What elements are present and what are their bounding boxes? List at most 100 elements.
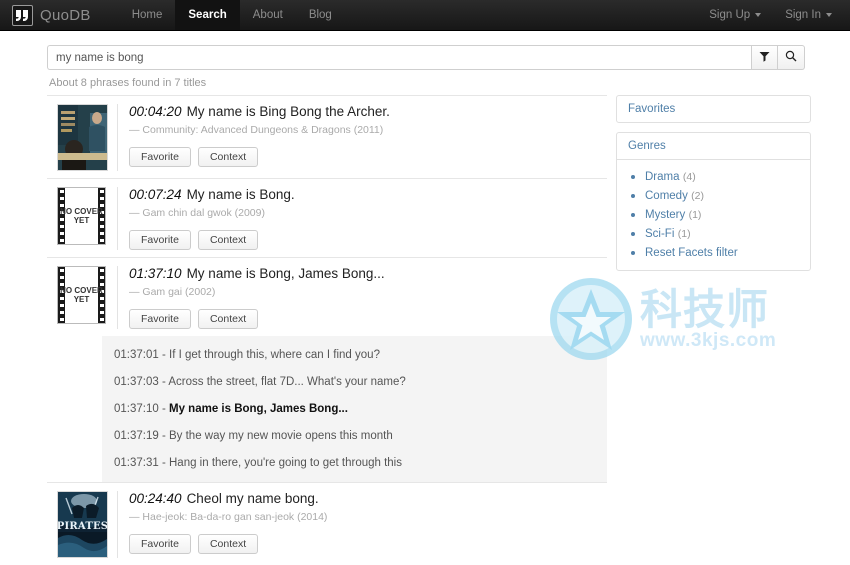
search-magnifier-icon [785, 50, 797, 65]
svg-text:PIRATES: PIRATES [58, 521, 107, 532]
no-cover-label: NO COVER YET [60, 286, 103, 304]
result-thumbnail[interactable] [57, 104, 108, 171]
brand-title: QuoDB [40, 6, 91, 24]
result-quote: My name is Bong, James Bong... [186, 266, 385, 281]
favorite-button[interactable]: Favorite [129, 309, 191, 329]
context-text: By the way my new movie opens this month [169, 430, 393, 442]
result-thumbnail[interactable]: NO COVER YET [57, 187, 107, 250]
list-item: Sci-Fi (1) [645, 226, 799, 240]
context-line: 01:37:03 - Across the street, flat 7D...… [114, 375, 607, 389]
context-time: 01:37:01 [114, 349, 159, 361]
facet-scifi[interactable]: Sci-Fi [645, 228, 674, 240]
context-panel: 01:37:01 - If I get through this, where … [102, 336, 607, 482]
context-line-highlighted: 01:37:10 - My name is Bong, James Bong..… [114, 402, 607, 416]
page-body: About 8 phrases found in 7 titles [0, 31, 850, 565]
pirates-poster-thumbnail: PIRATES [57, 491, 108, 558]
filter-button[interactable] [751, 45, 778, 70]
result-body: 00:24:40 Cheol my name bong. — Hae-jeok: … [117, 491, 607, 558]
favorites-panel-header[interactable]: Favorites [617, 96, 810, 122]
genres-panel: Genres Drama (4) Comedy (2) [616, 132, 811, 271]
content-columns: 00:04:20 My name is Bing Bong the Archer.… [47, 95, 811, 565]
chevron-down-icon [755, 13, 762, 17]
scene-photo-thumbnail [57, 104, 108, 171]
sidebar: Favorites Genres Drama (4) Comedy (2) [616, 95, 811, 280]
facet-comedy[interactable]: Comedy [645, 190, 688, 202]
context-line: 01:37:31 - Hang in there, you're going t… [114, 456, 607, 470]
search-input[interactable] [47, 45, 751, 70]
result-timecode: 00:07:24 [129, 187, 182, 202]
result-source: — Gam chin dal gwok (2009) [129, 207, 265, 219]
context-button[interactable]: Context [197, 147, 259, 167]
context-time: 01:37:10 [114, 403, 159, 415]
context-panel-wrap: 01:37:01 - If I get through this, where … [47, 336, 607, 483]
result-body: 00:07:24 My name is Bong. — Gam chin dal … [117, 187, 607, 250]
reset-facets-filter-link[interactable]: Reset Facets filter [645, 247, 738, 259]
result-row[interactable]: NO COVER YET 00:07:24 My name is Bong. — … [47, 179, 607, 258]
facet-drama[interactable]: Drama [645, 171, 680, 183]
result-actions: Favorite Context [129, 309, 607, 329]
favorite-button[interactable]: Favorite [129, 147, 191, 167]
result-row[interactable]: PIRATES 00:24:40 Cheol my name bong. — Ha… [47, 483, 607, 565]
context-button[interactable]: Context [197, 230, 259, 250]
context-time: 01:37:31 [114, 457, 159, 469]
result-source: — Community: Advanced Dungeons & Dragons… [129, 124, 384, 136]
context-dash: - [161, 403, 169, 415]
facet-comedy-count: (2) [691, 190, 705, 202]
nav-item-sign-up[interactable]: Sign Up [697, 0, 773, 30]
context-text: If I get through this, where can I find … [169, 349, 380, 361]
result-title: 00:04:20 My name is Bing Bong the Archer. [129, 104, 607, 120]
list-item: Comedy (2) [645, 188, 799, 202]
sign-up-label: Sign Up [709, 9, 751, 21]
no-cover-label: NO COVER YET [60, 207, 103, 225]
facet-mystery[interactable]: Mystery [645, 209, 685, 221]
nav-item-about[interactable]: About [240, 0, 296, 30]
no-cover-placeholder-icon: NO COVER YET [57, 187, 106, 245]
result-row[interactable]: 00:04:20 My name is Bing Bong the Archer.… [47, 95, 607, 179]
context-gutter [47, 336, 102, 482]
result-body: 01:37:10 My name is Bong, James Bong... —… [117, 266, 607, 329]
nav-item-search[interactable]: Search [175, 0, 240, 30]
context-button[interactable]: Context [197, 309, 259, 329]
nav-item-home[interactable]: Home [119, 0, 176, 30]
result-title: 00:07:24 My name is Bong. [129, 187, 607, 203]
result-timecode: 00:04:20 [129, 104, 182, 119]
favorite-button[interactable]: Favorite [129, 534, 191, 554]
no-cover-placeholder-icon: NO COVER YET [57, 266, 106, 324]
result-actions: Favorite Context [129, 534, 607, 554]
account-nav: Sign Up Sign In [697, 0, 844, 30]
result-thumbnail[interactable]: PIRATES [57, 491, 108, 558]
list-item: Reset Facets filter [645, 245, 799, 259]
search-bar [47, 45, 805, 70]
filter-funnel-icon [759, 51, 770, 65]
quote-logo-icon [12, 4, 33, 26]
context-time: 01:37:03 [114, 376, 159, 388]
context-text: Hang in there, you're going to get throu… [169, 457, 402, 469]
nav-item-blog[interactable]: Blog [296, 0, 345, 30]
result-quote: My name is Bong. [186, 187, 295, 202]
facet-drama-count: (4) [682, 171, 696, 183]
context-button[interactable]: Context [197, 534, 259, 554]
genres-panel-header[interactable]: Genres [617, 133, 810, 159]
chevron-down-icon [826, 13, 832, 17]
result-source: — Hae-jeok: Ba-da-ro gan san-jeok (2014) [129, 511, 328, 523]
brand-logo-link[interactable]: QuoDB [0, 0, 101, 30]
result-timecode: 01:37:10 [129, 266, 182, 281]
result-quote: Cheol my name bong. [186, 491, 319, 506]
context-line: 01:37:19 - By the way my new movie opens… [114, 429, 607, 443]
primary-nav: Home Search About Blog [119, 0, 345, 30]
context-text: Across the street, flat 7D... What's you… [168, 376, 406, 388]
result-thumbnail[interactable]: NO COVER YET [57, 266, 107, 329]
search-submit-button[interactable] [778, 45, 805, 70]
favorites-panel: Favorites [616, 95, 811, 123]
result-actions: Favorite Context [129, 147, 607, 167]
result-row[interactable]: NO COVER YET 01:37:10 My name is Bong, Ja… [47, 258, 607, 336]
context-dash: - [161, 457, 169, 469]
favorite-button[interactable]: Favorite [129, 230, 191, 250]
result-count: About 8 phrases found in 7 titles [49, 77, 207, 89]
nav-item-sign-in[interactable]: Sign In [773, 0, 844, 30]
result-body: 00:04:20 My name is Bing Bong the Archer.… [117, 104, 607, 171]
content-container: About 8 phrases found in 7 titles [0, 31, 850, 565]
context-dash: - [161, 430, 169, 442]
result-actions: Favorite Context [129, 230, 607, 250]
list-item: Drama (4) [645, 169, 799, 183]
